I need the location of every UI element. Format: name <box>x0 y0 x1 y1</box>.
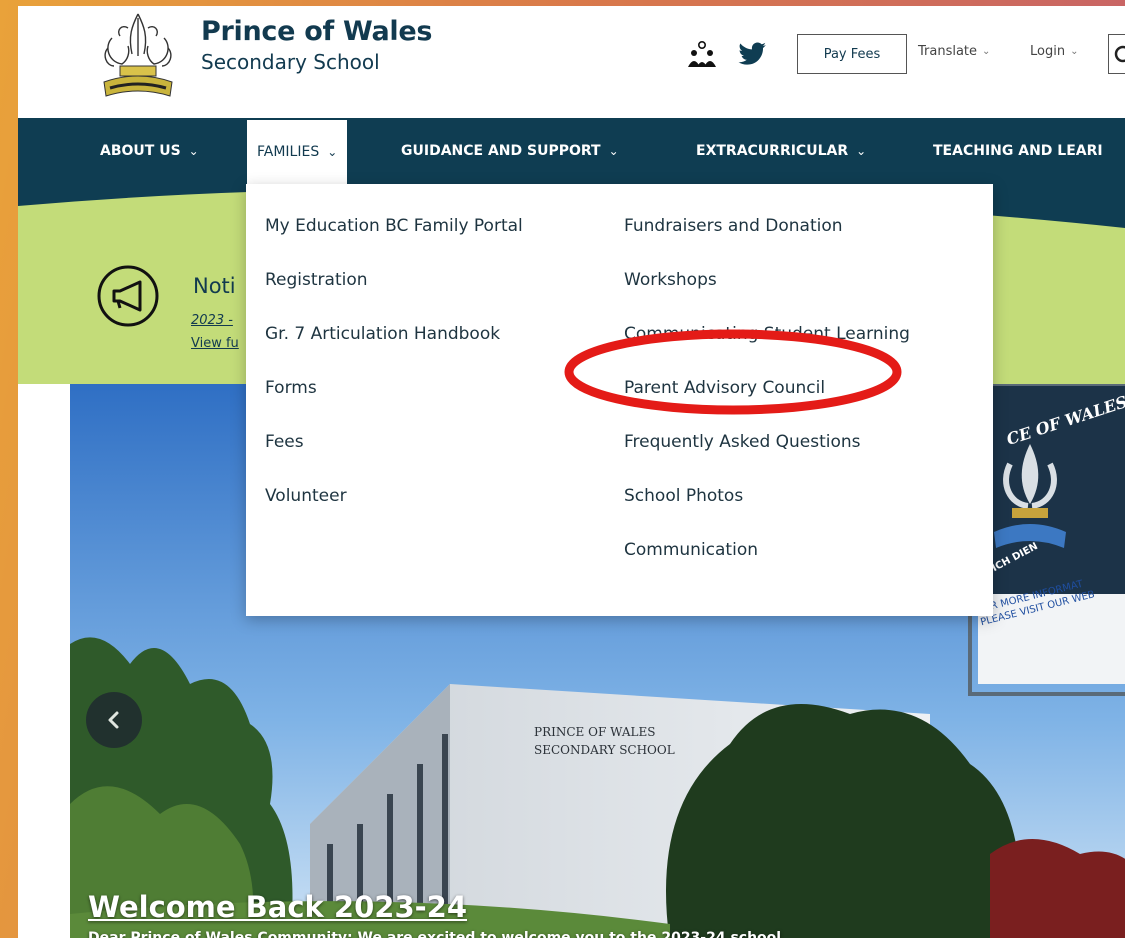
menu-item-school-photos[interactable]: School Photos <box>624 486 743 506</box>
chevron-down-icon: ⌄ <box>1070 46 1079 57</box>
login-label: Login <box>1030 44 1066 59</box>
menu-item-myed-bc-portal[interactable]: My Education BC Family Portal <box>265 216 523 236</box>
megaphone-icon <box>97 265 159 327</box>
menu-item-parent-advisory-council[interactable]: Parent Advisory Council <box>624 378 825 398</box>
carousel-prev-button[interactable] <box>86 692 142 748</box>
menu-item-registration[interactable]: Registration <box>265 270 368 290</box>
menu-item-faq[interactable]: Frequently Asked Questions <box>624 432 861 452</box>
nav-about-us-label: ABOUT US <box>100 143 181 159</box>
school-crest-logo[interactable] <box>98 8 178 104</box>
nav-families[interactable]: FAMILIES ⌄ <box>247 120 348 184</box>
chevron-left-icon <box>108 711 119 729</box>
building-sign-text: PRINCE OF WALES SECONDARY SCHOOL <box>534 725 675 757</box>
community-icon[interactable] <box>687 41 717 67</box>
nav-teaching-label: TEACHING AND LEARI <box>933 143 1103 159</box>
menu-item-workshops[interactable]: Workshops <box>624 270 717 290</box>
nav-extracurricular-label: EXTRACURRICULAR <box>696 143 849 159</box>
menu-item-communication[interactable]: Communication <box>624 540 758 560</box>
chevron-down-icon: ⌄ <box>608 144 619 158</box>
search-icon <box>1114 45 1125 63</box>
nav-teaching-and-learning[interactable]: TEACHING AND LEARI <box>933 118 1103 184</box>
browser-viewport: Prince of Wales Secondary School Pay Fee… <box>18 6 1125 938</box>
nav-extracurricular[interactable]: EXTRACURRICULAR ⌄ <box>696 118 866 184</box>
nav-guidance-and-support[interactable]: GUIDANCE AND SUPPORT ⌄ <box>401 118 619 184</box>
site-header <box>18 6 1125 118</box>
menu-item-articulation-handbook[interactable]: Gr. 7 Articulation Handbook <box>265 324 500 344</box>
chevron-down-icon: ⌄ <box>327 145 338 159</box>
nav-families-label: FAMILIES <box>257 144 320 160</box>
menu-item-communicating-learning[interactable]: Communicating Student Learning <box>624 324 910 344</box>
pay-fees-button[interactable]: Pay Fees <box>797 34 907 74</box>
brand-name[interactable]: Prince of Wales <box>201 16 432 47</box>
notification-title: Noti <box>193 274 236 298</box>
chevron-down-icon: ⌄ <box>188 144 199 158</box>
brand-subtitle[interactable]: Secondary School <box>201 50 380 74</box>
families-dropdown-menu: My Education BC Family Portal Registrati… <box>246 184 993 616</box>
nav-guidance-label: GUIDANCE AND SUPPORT <box>401 143 601 159</box>
login-dropdown[interactable]: Login ⌄ <box>1030 44 1078 59</box>
notification-link[interactable]: 2023 - <box>191 313 233 328</box>
menu-item-fundraisers[interactable]: Fundraisers and Donation <box>624 216 843 236</box>
search-button[interactable] <box>1108 34 1125 74</box>
translate-label: Translate <box>918 44 978 59</box>
hero-title[interactable]: Welcome Back 2023-24 <box>88 890 467 924</box>
hero-body-text: Dear Prince of Wales Community: We are e… <box>88 930 782 938</box>
view-full-link[interactable]: View fu <box>191 336 239 351</box>
chevron-down-icon: ⌄ <box>856 144 867 158</box>
chevron-down-icon: ⌄ <box>982 46 991 57</box>
nav-about-us[interactable]: ABOUT US ⌄ <box>100 118 199 184</box>
menu-item-fees[interactable]: Fees <box>265 432 304 452</box>
twitter-icon[interactable] <box>737 41 767 67</box>
menu-item-forms[interactable]: Forms <box>265 378 317 398</box>
menu-item-volunteer[interactable]: Volunteer <box>265 486 347 506</box>
translate-dropdown[interactable]: Translate ⌄ <box>918 44 990 59</box>
